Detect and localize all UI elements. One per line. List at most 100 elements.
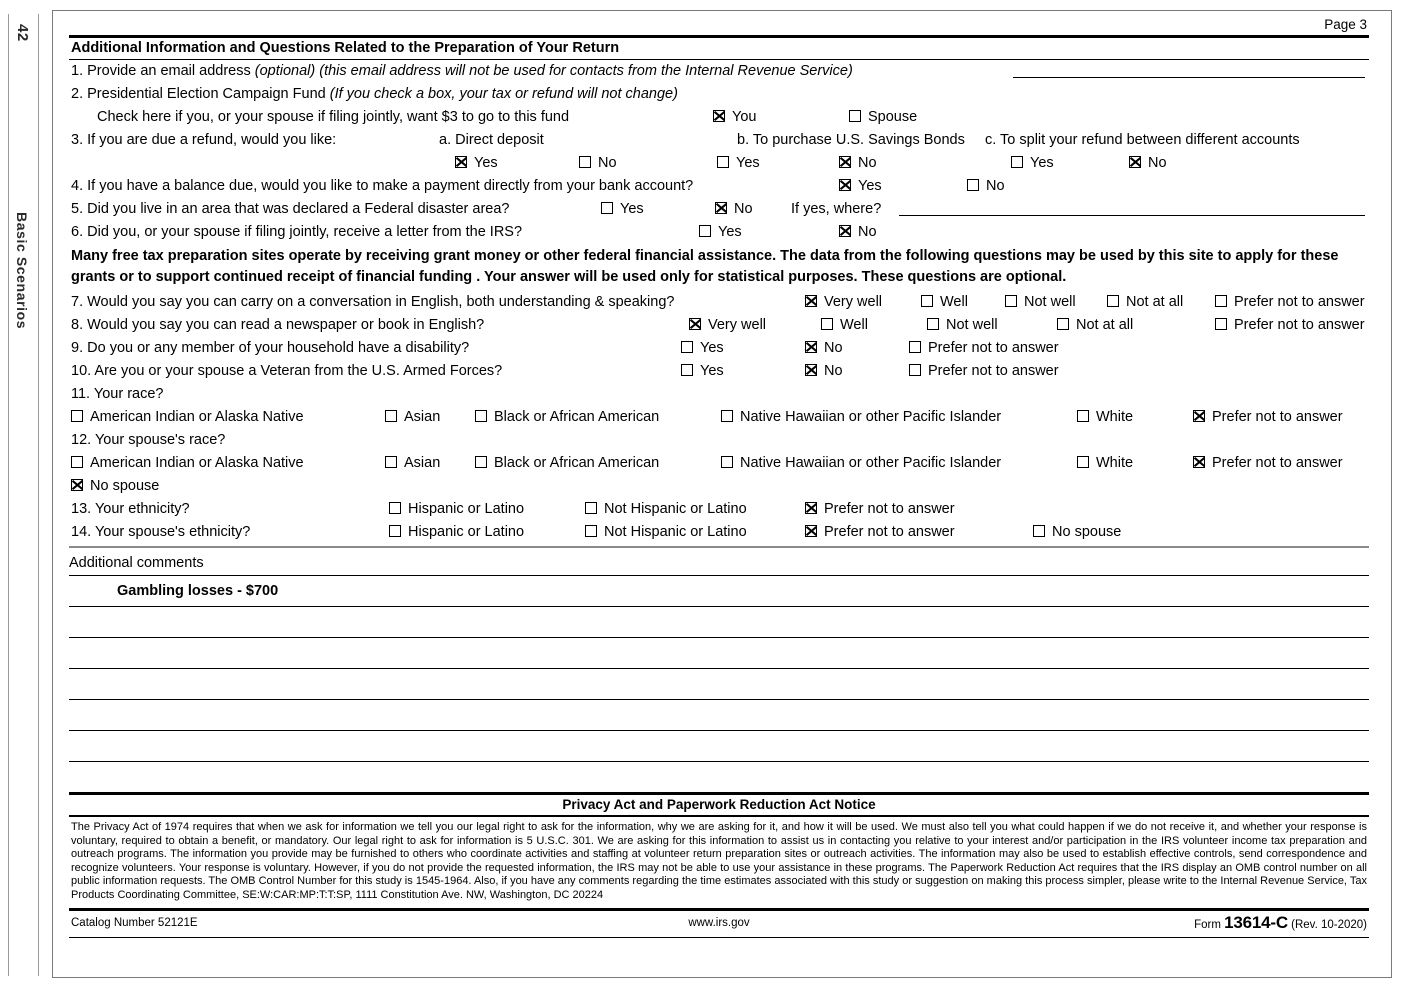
checkbox-q3a-no[interactable] (579, 156, 591, 168)
q4-option-yes[interactable]: Yes (839, 175, 882, 197)
q11-option-native-hawaiian[interactable]: Native Hawaiian or other Pacific Islande… (721, 406, 1001, 428)
email-address-input[interactable] (1013, 60, 1365, 78)
comment-line-6[interactable] (69, 731, 1369, 762)
checkbox-q14-hispanic[interactable] (389, 525, 401, 537)
checkbox-q5-yes[interactable] (601, 202, 613, 214)
checkbox-q12-no-spouse[interactable] (71, 479, 83, 491)
q5-followup-input[interactable] (899, 198, 1365, 216)
checkbox-q14-not-hispanic[interactable] (585, 525, 597, 537)
q10-option-yes[interactable]: Yes (681, 360, 724, 382)
q5-option-no[interactable]: No (715, 198, 753, 220)
q11-option-prefer-not[interactable]: Prefer not to answer (1193, 406, 1343, 428)
q12-option-black[interactable]: Black or African American (475, 452, 659, 474)
checkbox-q13-not-hispanic[interactable] (585, 502, 597, 514)
q14-option-prefer-not[interactable]: Prefer not to answer (805, 521, 955, 543)
q3c-option-yes[interactable]: Yes (1011, 152, 1054, 174)
q14-option-no-spouse[interactable]: No spouse (1033, 521, 1121, 543)
checkbox-q12-native-hawaiian[interactable] (721, 456, 733, 468)
checkbox-q12-prefer-not[interactable] (1193, 456, 1205, 468)
checkbox-q8-not-well[interactable] (927, 318, 939, 330)
checkbox-q9-yes[interactable] (681, 341, 693, 353)
checkbox-q10-prefer-not[interactable] (909, 364, 921, 376)
checkbox-q7-not-at-all[interactable] (1107, 295, 1119, 307)
checkbox-q6-no[interactable] (839, 225, 851, 237)
checkbox-q6-yes[interactable] (699, 225, 711, 237)
q6-option-no[interactable]: No (839, 221, 877, 243)
checkbox-q12-white[interactable] (1077, 456, 1089, 468)
checkbox-q7-very-well[interactable] (805, 295, 817, 307)
checkbox-q8-well[interactable] (821, 318, 833, 330)
checkbox-q9-prefer-not[interactable] (909, 341, 921, 353)
q7-option-very-well[interactable]: Very well (805, 291, 882, 313)
q10-option-no[interactable]: No (805, 360, 843, 382)
checkbox-q13-prefer-not[interactable] (805, 502, 817, 514)
comment-line-7[interactable] (69, 762, 1369, 792)
checkbox-q5-no[interactable] (715, 202, 727, 214)
checkbox-q11-black[interactable] (475, 410, 487, 422)
checkbox-q3b-no[interactable] (839, 156, 851, 168)
checkbox-q7-prefer-not[interactable] (1215, 295, 1227, 307)
checkbox-q4-no[interactable] (967, 179, 979, 191)
q3c-option-no[interactable]: No (1129, 152, 1167, 174)
checkbox-q12-asian[interactable] (385, 456, 397, 468)
checkbox-q8-not-at-all[interactable] (1057, 318, 1069, 330)
q12-option-native-hawaiian[interactable]: Native Hawaiian or other Pacific Islande… (721, 452, 1001, 474)
q7-option-prefer-not[interactable]: Prefer not to answer (1215, 291, 1365, 313)
checkbox-q3c-no[interactable] (1129, 156, 1141, 168)
q11-option-asian[interactable]: Asian (385, 406, 440, 428)
comment-line-1[interactable]: Gambling losses - $700 (69, 576, 1369, 607)
q9-option-prefer-not[interactable]: Prefer not to answer (909, 337, 1059, 359)
checkbox-q3b-yes[interactable] (717, 156, 729, 168)
checkbox-q12-black[interactable] (475, 456, 487, 468)
checkbox-q12-american-indian[interactable] (71, 456, 83, 468)
comment-line-5[interactable] (69, 700, 1369, 731)
checkbox-q10-no[interactable] (805, 364, 817, 376)
q14-option-hispanic[interactable]: Hispanic or Latino (389, 521, 524, 543)
q12-option-american-indian[interactable]: American Indian or Alaska Native (71, 452, 304, 474)
q9-option-no[interactable]: No (805, 337, 843, 359)
q8-option-not-at-all[interactable]: Not at all (1057, 314, 1133, 336)
q11-option-american-indian[interactable]: American Indian or Alaska Native (71, 406, 304, 428)
comment-line-2[interactable] (69, 607, 1369, 638)
checkbox-q14-prefer-not[interactable] (805, 525, 817, 537)
q12-option-white[interactable]: White (1077, 452, 1133, 474)
q11-option-black[interactable]: Black or African American (475, 406, 659, 428)
comment-line-4[interactable] (69, 669, 1369, 700)
checkbox-q2-you[interactable] (713, 110, 725, 122)
q8-option-not-well[interactable]: Not well (927, 314, 998, 336)
q3b-option-yes[interactable]: Yes (717, 152, 760, 174)
q5-option-yes[interactable]: Yes (601, 198, 644, 220)
checkbox-q7-well[interactable] (921, 295, 933, 307)
checkbox-q8-prefer-not[interactable] (1215, 318, 1227, 330)
q13-option-prefer-not[interactable]: Prefer not to answer (805, 498, 955, 520)
q12-option-prefer-not[interactable]: Prefer not to answer (1193, 452, 1343, 474)
q2-option-spouse[interactable]: Spouse (849, 106, 917, 128)
checkbox-q11-prefer-not[interactable] (1193, 410, 1205, 422)
checkbox-q11-native-hawaiian[interactable] (721, 410, 733, 422)
checkbox-q9-no[interactable] (805, 341, 817, 353)
q8-option-very-well[interactable]: Very well (689, 314, 766, 336)
q7-option-not-well[interactable]: Not well (1005, 291, 1076, 313)
q12-option-asian[interactable]: Asian (385, 452, 440, 474)
q14-option-not-hispanic[interactable]: Not Hispanic or Latino (585, 521, 747, 543)
q3a-option-no[interactable]: No (579, 152, 617, 174)
q6-option-yes[interactable]: Yes (699, 221, 742, 243)
checkbox-q2-spouse[interactable] (849, 110, 861, 122)
checkbox-q13-hispanic[interactable] (389, 502, 401, 514)
checkbox-q3c-yes[interactable] (1011, 156, 1023, 168)
checkbox-q8-very-well[interactable] (689, 318, 701, 330)
q3a-option-yes[interactable]: Yes (455, 152, 498, 174)
q12-option-no-spouse[interactable]: No spouse (71, 475, 159, 497)
q13-option-not-hispanic[interactable]: Not Hispanic or Latino (585, 498, 747, 520)
q8-option-well[interactable]: Well (821, 314, 868, 336)
checkbox-q11-asian[interactable] (385, 410, 397, 422)
checkbox-q4-yes[interactable] (839, 179, 851, 191)
q2-option-you[interactable]: You (713, 106, 756, 128)
q7-option-well[interactable]: Well (921, 291, 968, 313)
checkbox-q3a-yes[interactable] (455, 156, 467, 168)
q13-option-hispanic[interactable]: Hispanic or Latino (389, 498, 524, 520)
q4-option-no[interactable]: No (967, 175, 1005, 197)
q3b-option-no[interactable]: No (839, 152, 877, 174)
q11-option-white[interactable]: White (1077, 406, 1133, 428)
q10-option-prefer-not[interactable]: Prefer not to answer (909, 360, 1059, 382)
